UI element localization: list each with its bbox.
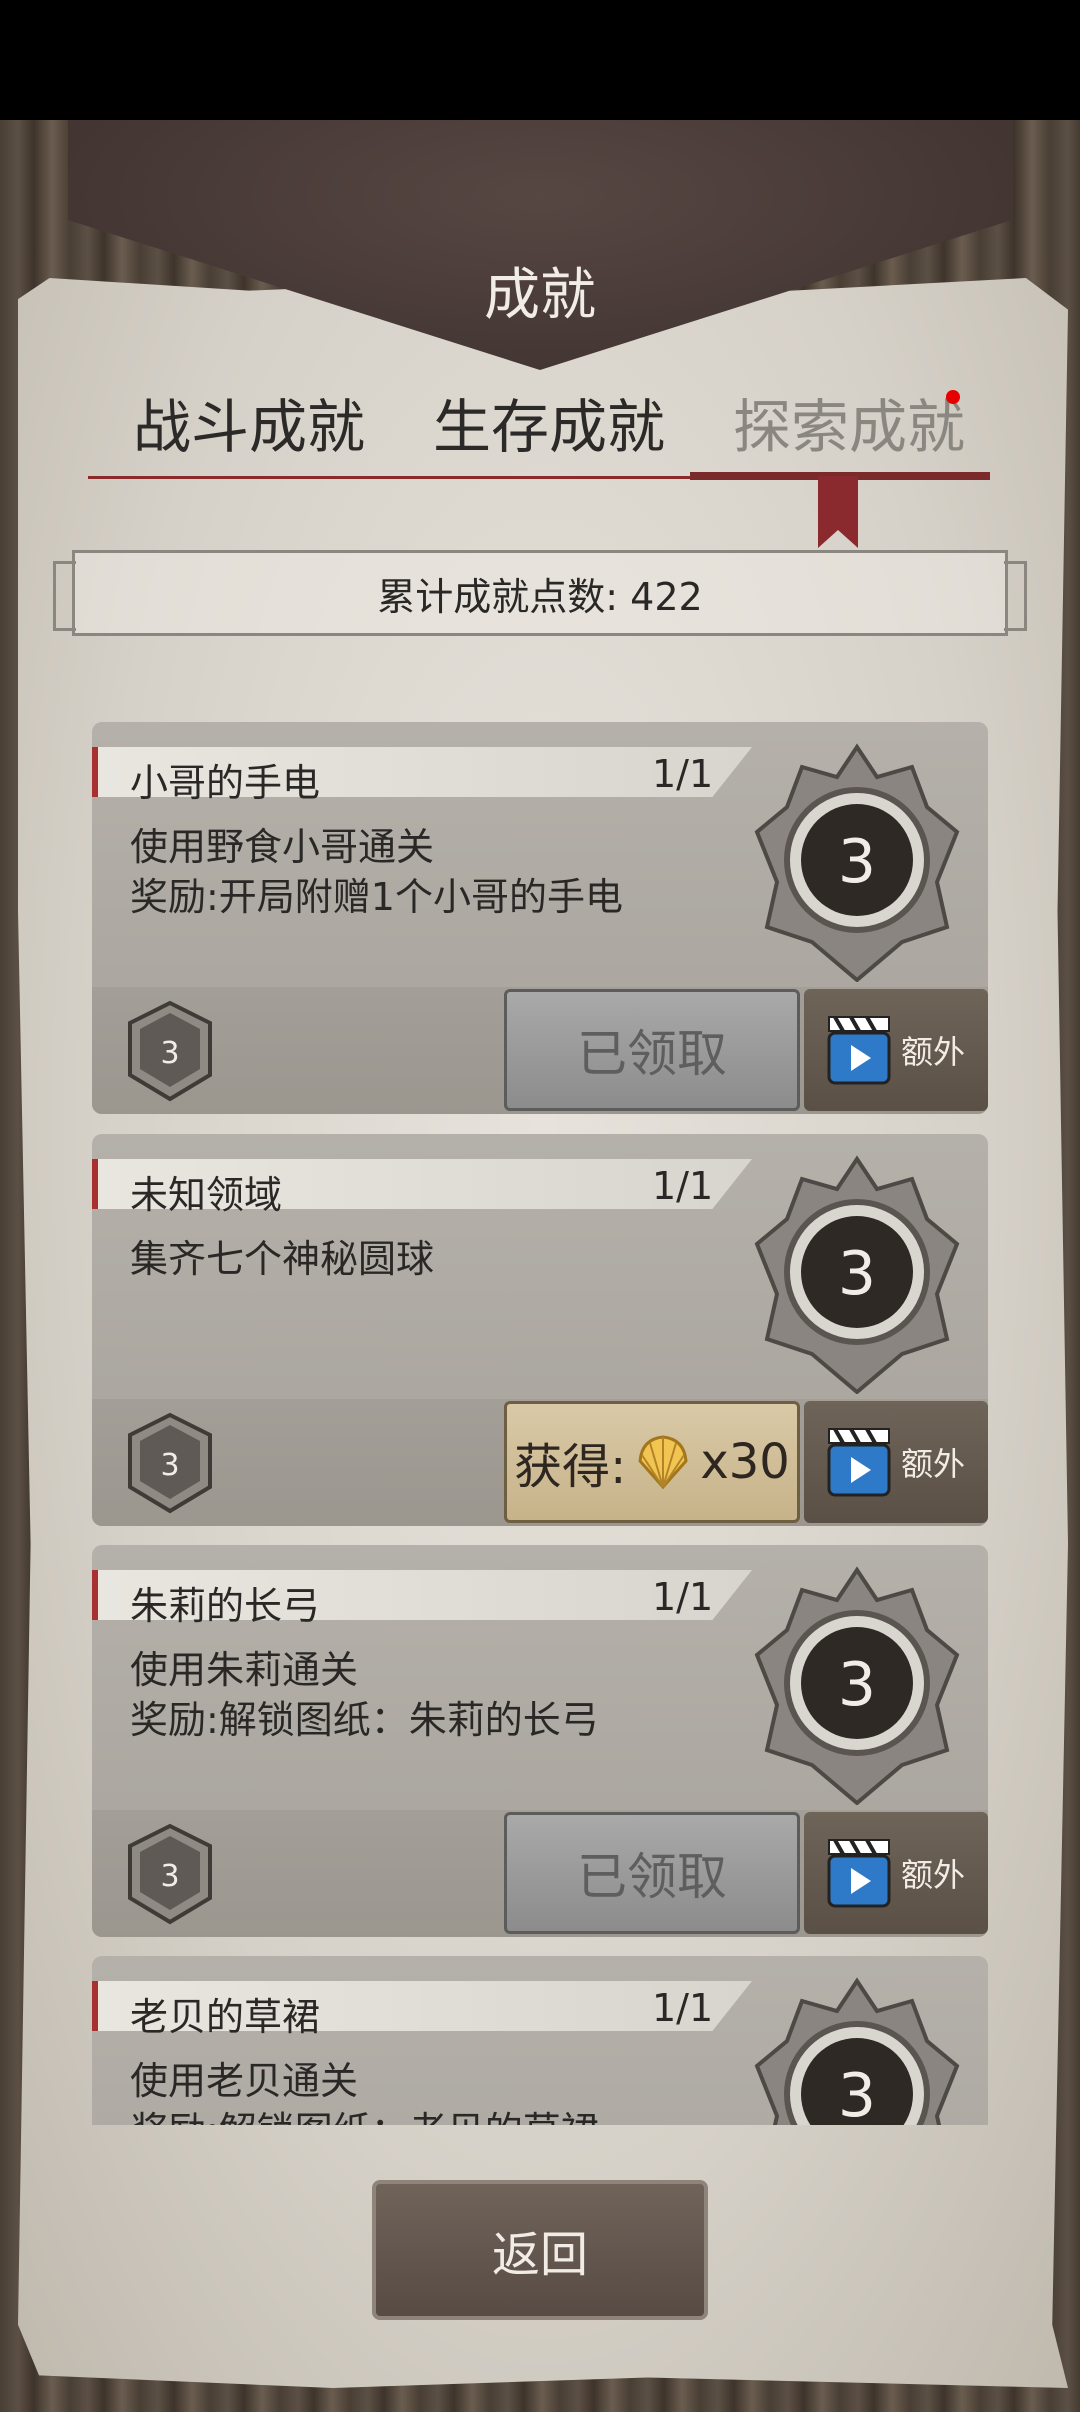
extra-label: 额外 (900, 1445, 965, 1483)
tab-survival[interactable]: 生存成就 (433, 380, 665, 464)
page-title: 成就 (484, 263, 596, 328)
svg-text:3: 3 (838, 2061, 876, 2125)
medal-icon: 3 (754, 1155, 960, 1394)
svg-text:3: 3 (160, 1859, 179, 1894)
extra-label: 额外 (900, 1033, 965, 1071)
achievement-name: 老贝的草裙 (130, 1995, 321, 2039)
small-medal-icon: 3 (128, 1412, 212, 1514)
achievement-name: 朱莉的长弓 (130, 1584, 321, 1628)
achievement-points-label: 累计成就点数: 422 (377, 574, 703, 619)
status-bar (0, 0, 1080, 120)
tab-bar: 战斗成就 生存成就 探索成就 (88, 380, 988, 480)
medal-icon: 3 (754, 743, 960, 982)
claim-reward-button[interactable]: 获得: x30 (504, 1401, 800, 1523)
card-footer: 3 获得: x30 额外 (92, 1399, 988, 1526)
achievement-description: 使用野食小哥通关 奖励:开局附赠1个小哥的手电 (130, 825, 623, 919)
reward-amount: x30 (700, 1434, 790, 1490)
achievement-progress: 1/1 (652, 1164, 714, 1208)
achievement-points-bar: 累计成就点数: 422 (53, 550, 1027, 636)
extra-reward-button[interactable]: 额外 (804, 989, 988, 1111)
svg-text:3: 3 (838, 827, 876, 897)
notification-dot (946, 390, 960, 404)
small-medal-icon: 3 (128, 1823, 212, 1925)
achievement-description: 集齐七个神秘圆球 (130, 1237, 435, 1281)
claimed-button[interactable]: 已领取 (504, 989, 800, 1111)
medal-icon: 3 (754, 1977, 960, 2125)
back-button[interactable]: 返回 (372, 2180, 708, 2320)
achievement-card: 老贝的草裙 1/1 使用老贝通关 奖励:解锁图纸：老贝的草裙 3 (92, 1956, 988, 2125)
card-footer: 3 已领取 额外 (92, 1810, 988, 1937)
svg-text:3: 3 (838, 1239, 876, 1309)
achievement-progress: 1/1 (652, 752, 714, 796)
svg-text:3: 3 (160, 1448, 179, 1483)
claimed-button[interactable]: 已领取 (504, 1812, 800, 1934)
back-label: 返回 (491, 2227, 588, 2283)
achievement-card: 朱莉的长弓 1/1 使用朱莉通关 奖励:解锁图纸：朱莉的长弓 3 3 已领取 额… (92, 1545, 988, 1937)
achievement-progress: 1/1 (652, 1986, 714, 2030)
achievement-name: 小哥的手电 (130, 761, 321, 805)
extra-label: 额外 (900, 1856, 965, 1894)
claim-label: 获得: (514, 1439, 627, 1495)
achievement-description: 使用朱莉通关 奖励:解锁图纸：朱莉的长弓 (130, 1648, 599, 1742)
extra-reward-button[interactable]: 额外 (804, 1812, 988, 1934)
shell-icon (638, 1435, 688, 1490)
achievement-progress: 1/1 (652, 1575, 714, 1619)
achievement-name: 未知领域 (130, 1173, 283, 1217)
card-footer: 3 已领取 额外 (92, 987, 988, 1114)
tab-explore[interactable]: 探索成就 (733, 380, 965, 464)
video-icon (827, 1016, 891, 1085)
achievement-list[interactable]: 小哥的手电 1/1 使用野食小哥通关 奖励:开局附赠1个小哥的手电 3 3 已领… (92, 680, 988, 2125)
svg-text:3: 3 (838, 1650, 876, 1720)
video-icon (827, 1839, 891, 1908)
achievement-card: 小哥的手电 1/1 使用野食小哥通关 奖励:开局附赠1个小哥的手电 3 3 已领… (92, 722, 988, 1114)
achievement-description: 使用老贝通关 奖励:解锁图纸：老贝的草裙 (130, 2059, 599, 2125)
svg-text:3: 3 (160, 1036, 179, 1071)
extra-reward-button[interactable]: 额外 (804, 1401, 988, 1523)
video-icon (827, 1428, 891, 1497)
achievement-card: 未知领域 1/1 集齐七个神秘圆球 3 3 获得: x30 额外 (92, 1134, 988, 1526)
medal-icon: 3 (754, 1566, 960, 1805)
tab-battle[interactable]: 战斗成就 (133, 380, 365, 464)
small-medal-icon: 3 (128, 1000, 212, 1102)
